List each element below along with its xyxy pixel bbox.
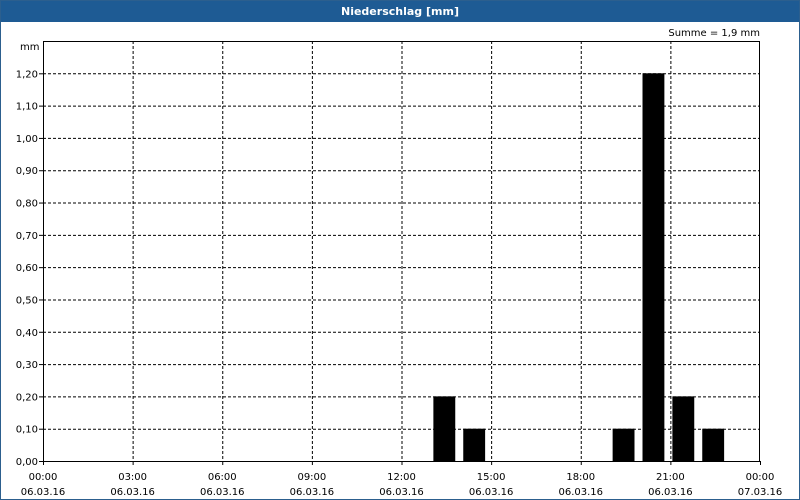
x-tick-time: 03:00	[118, 472, 147, 483]
y-tick-label: 0,30	[16, 360, 38, 371]
y-tick-label: 0,40	[16, 328, 38, 339]
x-tick-time: 21:00	[656, 472, 685, 483]
precipitation-bar	[702, 428, 725, 461]
y-tick-label: 0,80	[16, 199, 38, 210]
precipitation-bar	[642, 73, 665, 462]
y-tick-label: 0,90	[16, 166, 38, 177]
precipitation-bar	[672, 396, 695, 461]
x-tick-date: 07.03.16	[738, 487, 783, 498]
y-tick-label: 0,60	[16, 263, 38, 274]
y-tick-label: 0,70	[16, 231, 38, 242]
y-tick-label: 0,50	[16, 295, 38, 306]
sum-annotation: Summe = 1,9 mm	[668, 28, 760, 39]
x-tick-time: 15:00	[477, 472, 506, 483]
x-tick-date: 06.03.16	[21, 487, 66, 498]
x-tick-date: 06.03.16	[110, 487, 155, 498]
y-tick-label: 0,10	[16, 425, 38, 436]
x-tick-date: 06.03.16	[558, 487, 603, 498]
y-tick-label: 1,10	[16, 102, 38, 113]
x-tick-time: 09:00	[297, 472, 326, 483]
y-tick-label: 1,20	[16, 69, 38, 80]
x-tick-date: 06.03.16	[648, 487, 693, 498]
x-tick-time: 18:00	[566, 472, 595, 483]
y-axis-unit-label: mm	[20, 42, 39, 53]
x-tick-time: 00:00	[29, 472, 58, 483]
x-tick-date: 06.03.16	[469, 487, 514, 498]
precipitation-bar	[433, 396, 456, 461]
x-tick-time: 12:00	[387, 472, 416, 483]
precipitation-bar	[463, 428, 486, 461]
x-tick-date: 06.03.16	[379, 487, 424, 498]
y-tick-label: 1,00	[16, 134, 38, 145]
x-tick-date: 06.03.16	[290, 487, 335, 498]
precipitation-bar	[612, 428, 635, 461]
y-tick-label: 0,00	[16, 457, 38, 468]
y-tick-label: 0,20	[16, 392, 38, 403]
x-tick-date: 06.03.16	[200, 487, 245, 498]
precipitation-chart: 0,00 0,10 0,20 0,30 0,40 0,50 0,60 0,70 0,80 0,90…	[16, 28, 783, 498]
x-tick-time: 06:00	[208, 472, 237, 483]
x-tick-time: 00:00	[746, 472, 775, 483]
